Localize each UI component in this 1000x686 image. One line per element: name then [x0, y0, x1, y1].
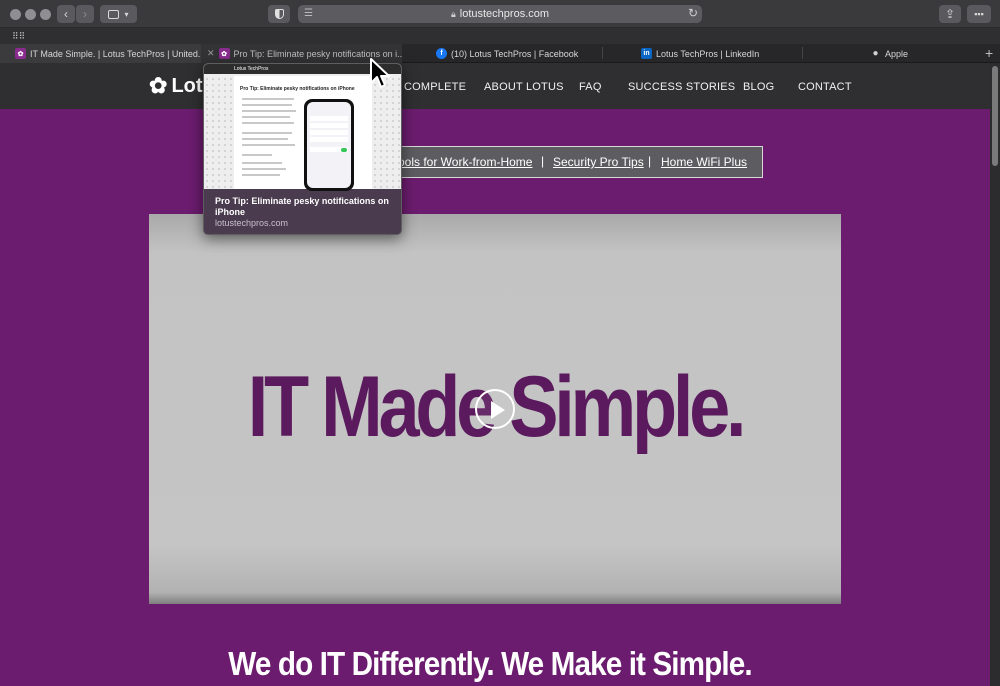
tab-it-made-simple[interactable]: ✿ IT Made Simple. | Lotus TechPros | Uni…	[0, 44, 201, 63]
link-separator: |	[541, 154, 545, 168]
iphone-screen	[307, 102, 351, 188]
thumbnail-text-line	[242, 110, 296, 112]
sidebar-toggle-button[interactable]: ▾	[100, 5, 137, 23]
sidebar-icon	[108, 9, 120, 19]
thumbnail-text-line	[242, 168, 286, 170]
nav-blog[interactable]: BLOG	[743, 81, 774, 93]
address-text: lotustechpros.com	[459, 8, 550, 20]
reader-view-icon[interactable]: ☰	[304, 8, 316, 20]
tab-separator	[602, 47, 603, 59]
lotus-favicon-icon: ✿	[218, 48, 230, 59]
thumbnail-text-line	[242, 174, 280, 176]
share-button[interactable]: ⇪	[939, 5, 961, 23]
back-button[interactable]: ‹	[57, 5, 75, 23]
tab-label: Lotus TechPros | LinkedIn	[656, 48, 760, 59]
zoom-window-button[interactable]	[40, 9, 51, 20]
close-tab-icon[interactable]: ✕	[207, 48, 215, 59]
thumbnail-text-line	[242, 162, 282, 164]
thumbnail-text-line	[242, 154, 272, 156]
share-icon: ⇪	[944, 7, 956, 21]
chevron-right-icon: ›	[83, 7, 87, 21]
thumbnail-text-line	[242, 132, 292, 134]
tab-overview-button[interactable]: ▪▪▪	[967, 5, 991, 23]
tab-linkedin[interactable]: in Lotus TechPros | LinkedIn	[641, 44, 801, 63]
close-window-button[interactable]	[10, 9, 21, 20]
favorites-grid-icon[interactable]: ⠿⠿	[12, 32, 25, 41]
tab-preview-title: Pro Tip: Eliminate pesky notifications o…	[215, 196, 389, 217]
address-bar[interactable]: 🔒︎ lotustechpros.com	[298, 5, 702, 23]
tab-separator	[802, 47, 803, 59]
minimize-window-button[interactable]	[25, 9, 36, 20]
chevron-left-icon: ‹	[64, 7, 68, 21]
thumbnail-heading: Pro Tip: Eliminate pesky notifications o…	[240, 86, 355, 92]
lotus-favicon-icon: ✿	[15, 48, 26, 59]
browser-window: ‹ › ▾ 🔒︎ lotustechpros.com ☰ ↻ ⇪ ▪▪▪ ⠿⠿ …	[0, 0, 1000, 686]
linkedin-favicon-icon: in	[641, 48, 652, 59]
chevron-down-icon: ▾	[124, 9, 129, 19]
link-work-from-home-tools[interactable]: ools for Work-from-Home	[398, 155, 532, 169]
nav-contact[interactable]: CONTACT	[798, 81, 852, 93]
nav-complete[interactable]: COMPLETE	[404, 81, 466, 93]
thumbnail-text-line	[242, 104, 292, 106]
shield-icon	[274, 9, 284, 19]
nav-about-lotus[interactable]: ABOUT LOTUS	[484, 81, 564, 93]
scrollbar-thumb[interactable]	[992, 66, 998, 166]
mouse-pointer-icon	[370, 58, 390, 88]
iphone-settings-row	[310, 116, 348, 121]
thumbnail-text-line	[242, 122, 294, 124]
iphone-settings-row	[310, 137, 348, 142]
tab-label: Apple	[885, 48, 909, 59]
toggle-icon	[341, 148, 347, 152]
iphone-settings-row	[310, 123, 348, 128]
lotus-flower-icon: ✿	[149, 73, 168, 98]
lock-icon: 🔒︎	[450, 8, 456, 19]
favorites-bar	[0, 28, 1000, 44]
apple-favicon-icon: ●	[872, 48, 879, 59]
facebook-favicon-icon: f	[436, 48, 447, 59]
thumbnail-text-line	[242, 138, 288, 140]
tagline-heading: We do IT Differently. We Make it Simple.	[228, 645, 752, 682]
forward-button[interactable]: ›	[76, 5, 94, 23]
nav-success-stories[interactable]: SUCCESS STORIES	[628, 81, 735, 93]
iphone-settings-row	[310, 130, 348, 135]
link-separator: |	[648, 154, 652, 168]
tab-label: (10) Lotus TechPros | Facebook	[451, 48, 579, 59]
link-security-pro-tips[interactable]: Security Pro Tips	[553, 155, 644, 169]
new-tab-button[interactable]: +	[985, 45, 993, 61]
tab-apple[interactable]: ● Apple	[870, 44, 980, 63]
thumbnail-text-line	[242, 144, 295, 146]
link-home-wifi-plus[interactable]: Home WiFi Plus	[661, 155, 747, 169]
privacy-shield-button[interactable]	[268, 5, 290, 23]
tab-overview-icon: ▪▪▪	[974, 9, 984, 19]
tab-facebook[interactable]: f (10) Lotus TechPros | Facebook	[436, 44, 596, 63]
thumbnail-text-line	[242, 98, 294, 100]
thumbnail-text-line	[242, 116, 290, 118]
thumbnail-logo: Lotus TechPros	[234, 66, 269, 72]
reload-icon[interactable]: ↻	[688, 7, 698, 19]
play-button-icon[interactable]	[475, 389, 515, 429]
nav-faq[interactable]: FAQ	[579, 81, 602, 93]
tab-preview-url: lotustechpros.com	[215, 218, 289, 228]
tab-label: IT Made Simple. | Lotus TechPros | Unite…	[30, 48, 201, 59]
